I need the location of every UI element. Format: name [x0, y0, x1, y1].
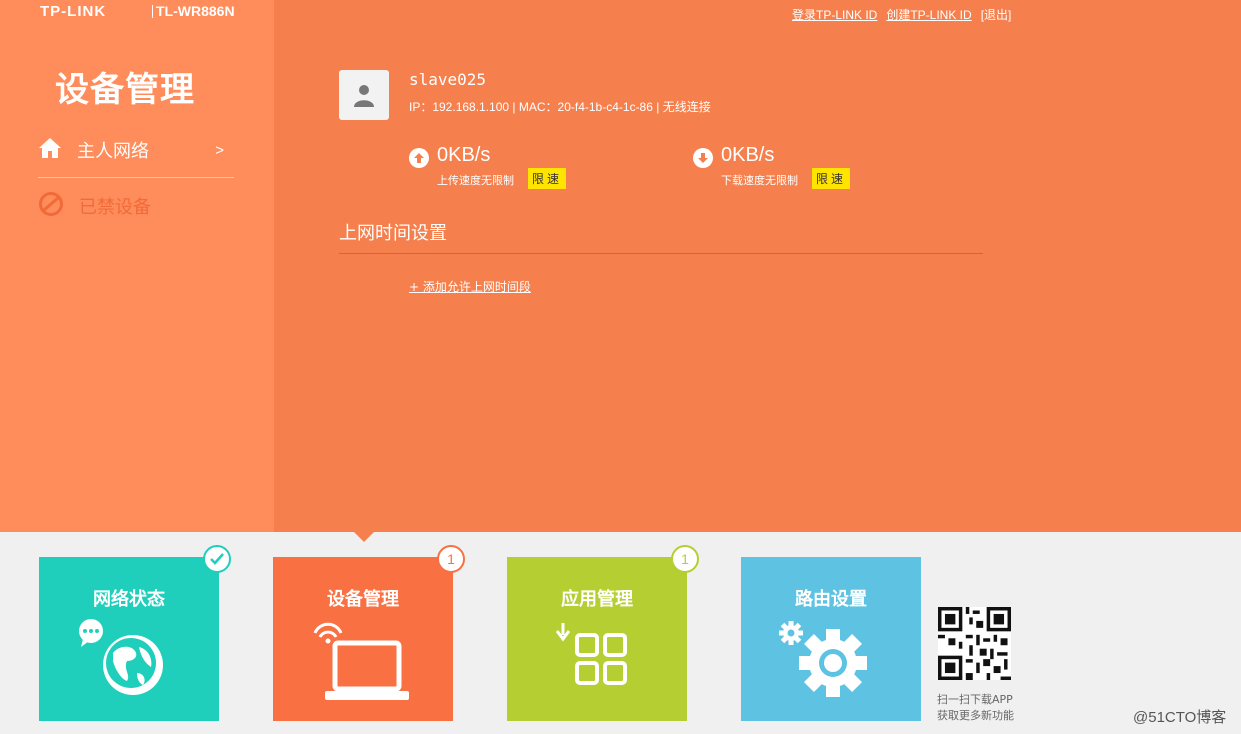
upload-limit-button[interactable]: 限速 [528, 168, 567, 189]
login-link[interactable]: 登录TP-LINK ID [792, 6, 877, 23]
upload-speed-value: 0KB/s [437, 144, 491, 166]
tile-label: 网络状态 [93, 589, 165, 610]
apps-icon [555, 623, 627, 685]
chevron-right-icon: > [215, 142, 224, 159]
logout-link[interactable]: [退出] [981, 6, 1012, 23]
download-limit-label: 下载速度无限制 [721, 174, 798, 187]
check-badge-icon [203, 545, 231, 573]
device-name: slave025 [409, 70, 487, 89]
tile-label: 设备管理 [327, 589, 399, 610]
tile-router-settings[interactable]: 路由设置 [741, 557, 921, 721]
qr-caption: 扫一扫下载APP 获取更多新功能 [937, 692, 1014, 724]
router-model: TL-WR886N [156, 3, 235, 19]
account-links: 登录TP-LINK ID 创建TP-LINK ID [退出] [792, 6, 1011, 23]
watermark: @51CTO博客 [1133, 709, 1227, 726]
upload-arrow-icon [409, 148, 429, 168]
tile-label: 应用管理 [561, 589, 633, 610]
user-icon [354, 85, 374, 107]
home-icon [38, 137, 62, 163]
add-time-period-link[interactable]: + 添加允许上网时间段 [409, 278, 531, 295]
qr-caption-line2: 获取更多新功能 [937, 709, 1014, 722]
tile-device-management[interactable]: 设备管理 1 [273, 545, 465, 721]
globe-icon [79, 619, 163, 695]
download-arrow-icon [693, 148, 713, 168]
sidebar-item-host-network[interactable]: 主人网络 > [38, 130, 234, 178]
schedule-section-title: 上网时间设置 [339, 219, 983, 254]
tile-label: 路由设置 [795, 589, 867, 610]
download-speed-value: 0KB/s [721, 144, 775, 166]
upload-speed: 0KB/s 上传速度无限制 限速 [409, 144, 567, 189]
avatar [339, 70, 389, 120]
download-speed: 0KB/s 下载速度无限制 限速 [693, 144, 851, 189]
sidebar-item-label: 主人网络 [77, 140, 149, 162]
device-info: IP：192.168.1.100 | MAC：20-f4-1b-c4-1c-86… [409, 100, 711, 114]
count-badge: 1 [437, 545, 465, 573]
tile-app-management[interactable]: 应用管理 1 [507, 545, 699, 721]
blocked-icon [38, 191, 64, 221]
logo-separator [152, 5, 153, 18]
upload-limit-label: 上传速度无限制 [437, 174, 514, 187]
active-tile-pointer [354, 532, 374, 542]
main-panel: TP-LINK TL-WR886N 设备管理 主人网络 > 已禁设备 登录TP-… [0, 0, 1241, 532]
download-limit-button[interactable]: 限速 [812, 168, 851, 189]
qr-code-icon [938, 607, 1011, 680]
create-account-link[interactable]: 创建TP-LINK ID [886, 6, 971, 23]
app-qr-code [938, 607, 1011, 680]
sidebar-item-blocked-devices[interactable]: 已禁设备 [38, 186, 234, 226]
sidebar-item-label: 已禁设备 [79, 197, 151, 218]
count-badge: 1 [671, 545, 699, 573]
brand-logo: TP-LINK [40, 3, 107, 20]
tile-network-status[interactable]: 网络状态 [39, 545, 231, 721]
gear-icon [779, 621, 867, 697]
laptop-icon [313, 622, 409, 700]
sidebar: TP-LINK TL-WR886N 设备管理 主人网络 > 已禁设备 [0, 0, 274, 532]
page-title: 设备管理 [55, 70, 195, 110]
qr-caption-line1: 扫一扫下载APP [937, 693, 1013, 706]
